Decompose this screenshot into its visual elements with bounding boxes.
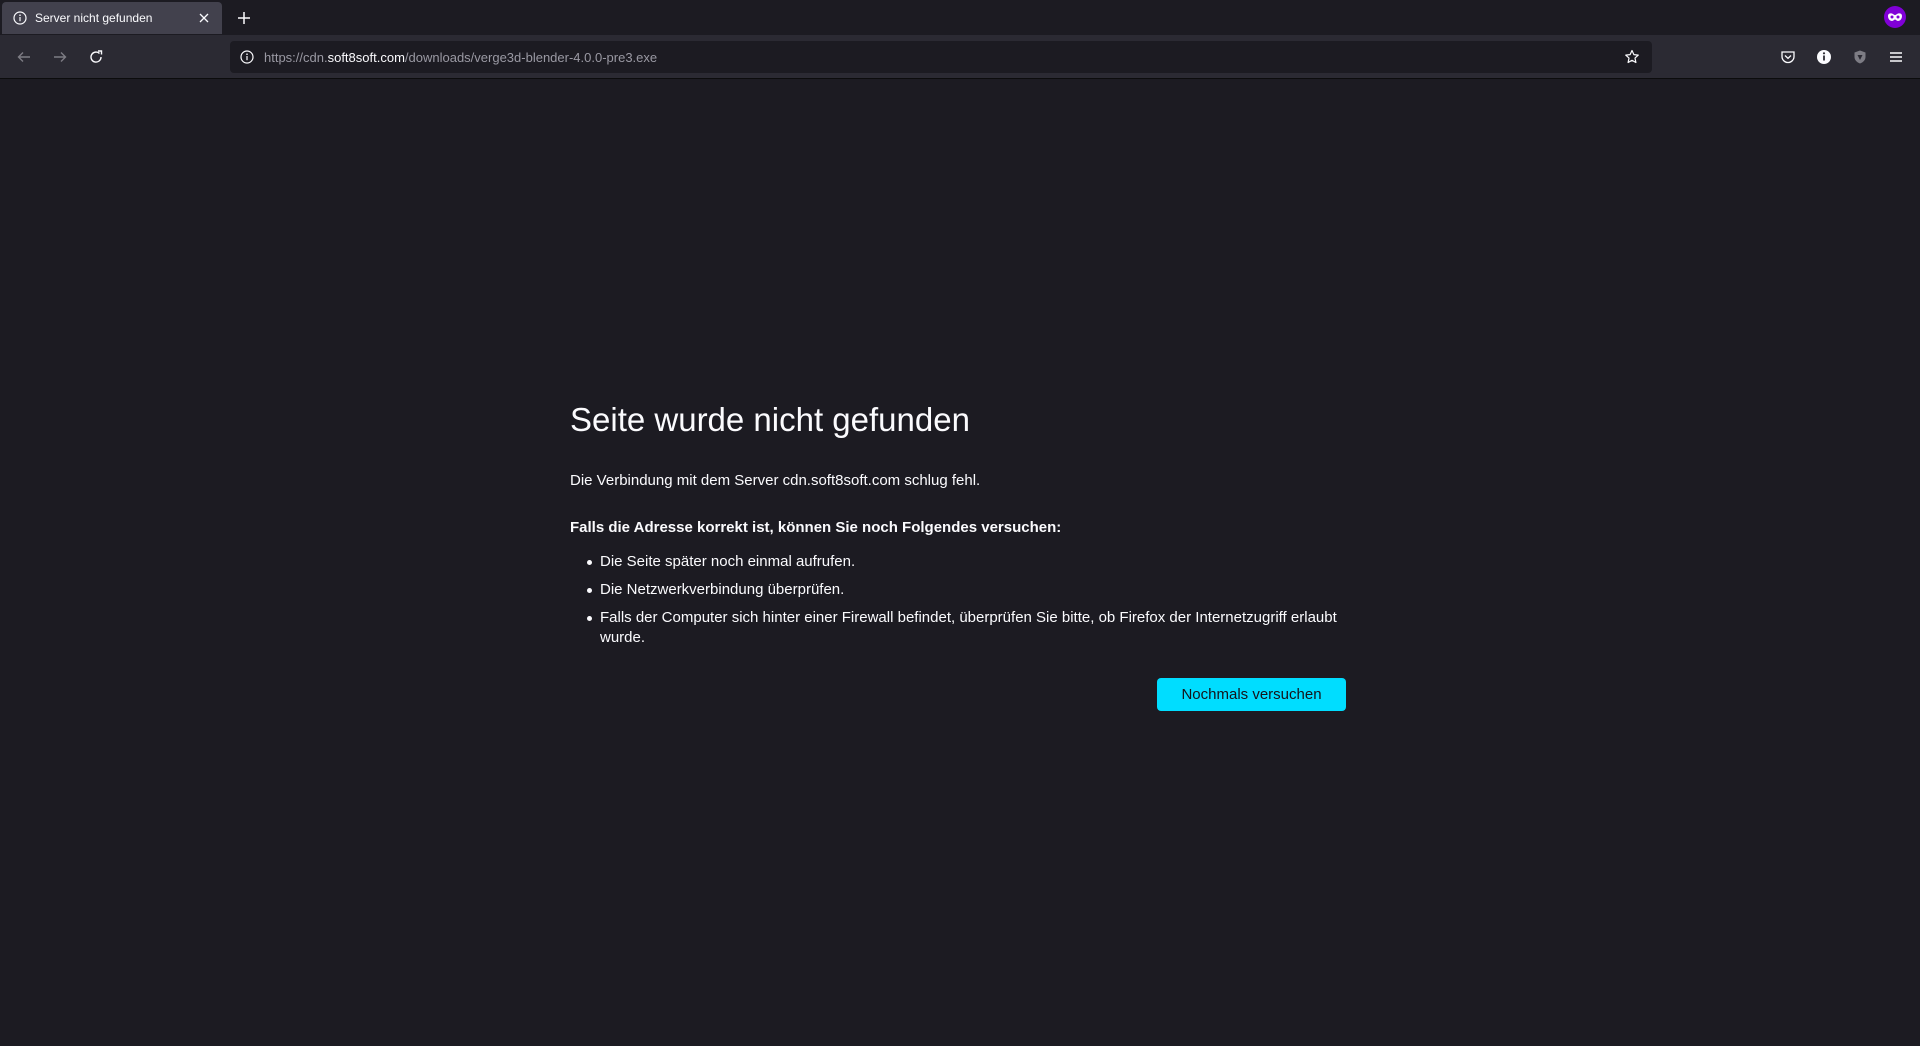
error-description: Die Verbindung mit dem Server cdn.soft8s… [570,471,981,489]
pocket-button[interactable] [1776,45,1800,69]
reload-button[interactable] [84,45,108,69]
site-info-icon[interactable] [240,50,254,64]
list-item: Die Seite später noch einmal aufrufen. [570,552,1346,572]
menu-button[interactable] [1884,45,1908,69]
bookmark-star-icon[interactable] [1622,47,1642,67]
error-title: Seite wurde nicht gefunden [570,401,970,438]
pocket-icon [1781,51,1795,64]
address-bar[interactable]: https://cdn.soft8soft.com/downloads/verg… [230,41,1652,73]
tab-title: Server nicht gefunden [35,11,153,25]
tab-server-nicht-gefunden[interactable]: Server nicht gefunden [2,2,222,34]
suggestions-list: Die Seite später noch einmal aufrufen. D… [570,552,1346,648]
back-arrow-icon [17,52,30,62]
extension-info-button[interactable] [1812,45,1836,69]
info-icon [12,10,28,26]
new-tab-button[interactable] [234,8,254,28]
tab-strip: Server nicht gefunden [0,0,1920,35]
shield-icon [1854,50,1866,64]
forward-button[interactable] [48,45,72,69]
private-browsing-icon [1884,6,1906,28]
forward-arrow-icon [54,52,67,62]
retry-container: Nochmals versuchen [570,677,1346,711]
extension-shield-button[interactable] [1848,45,1872,69]
back-button[interactable] [12,45,36,69]
error-page: Seite wurde nicht gefunden Die Verbindun… [570,400,1346,711]
suggestions-heading: Falls die Adresse korrekt ist, können Si… [570,518,1062,536]
retry-button[interactable]: Nochmals versuchen [1157,677,1346,711]
reload-icon [90,50,103,63]
navigation-toolbar: https://cdn.soft8soft.com/downloads/verg… [0,35,1920,79]
close-tab-icon[interactable] [196,10,212,26]
url-host: soft8soft.com [327,49,405,65]
url-path: /downloads/verge3d-blender-4.0.0-pre3.ex… [404,49,658,65]
url-prefix: https://cdn. [264,49,328,65]
list-item: Die Netzwerkverbindung überprüfen. [570,580,1346,600]
hamburger-menu-icon [1890,52,1902,62]
extension-info-icon [1817,50,1831,64]
list-item: Falls der Computer sich hinter einer Fir… [570,608,1346,648]
url-text[interactable]: https://cdn.soft8soft.com/downloads/verg… [264,50,1622,65]
